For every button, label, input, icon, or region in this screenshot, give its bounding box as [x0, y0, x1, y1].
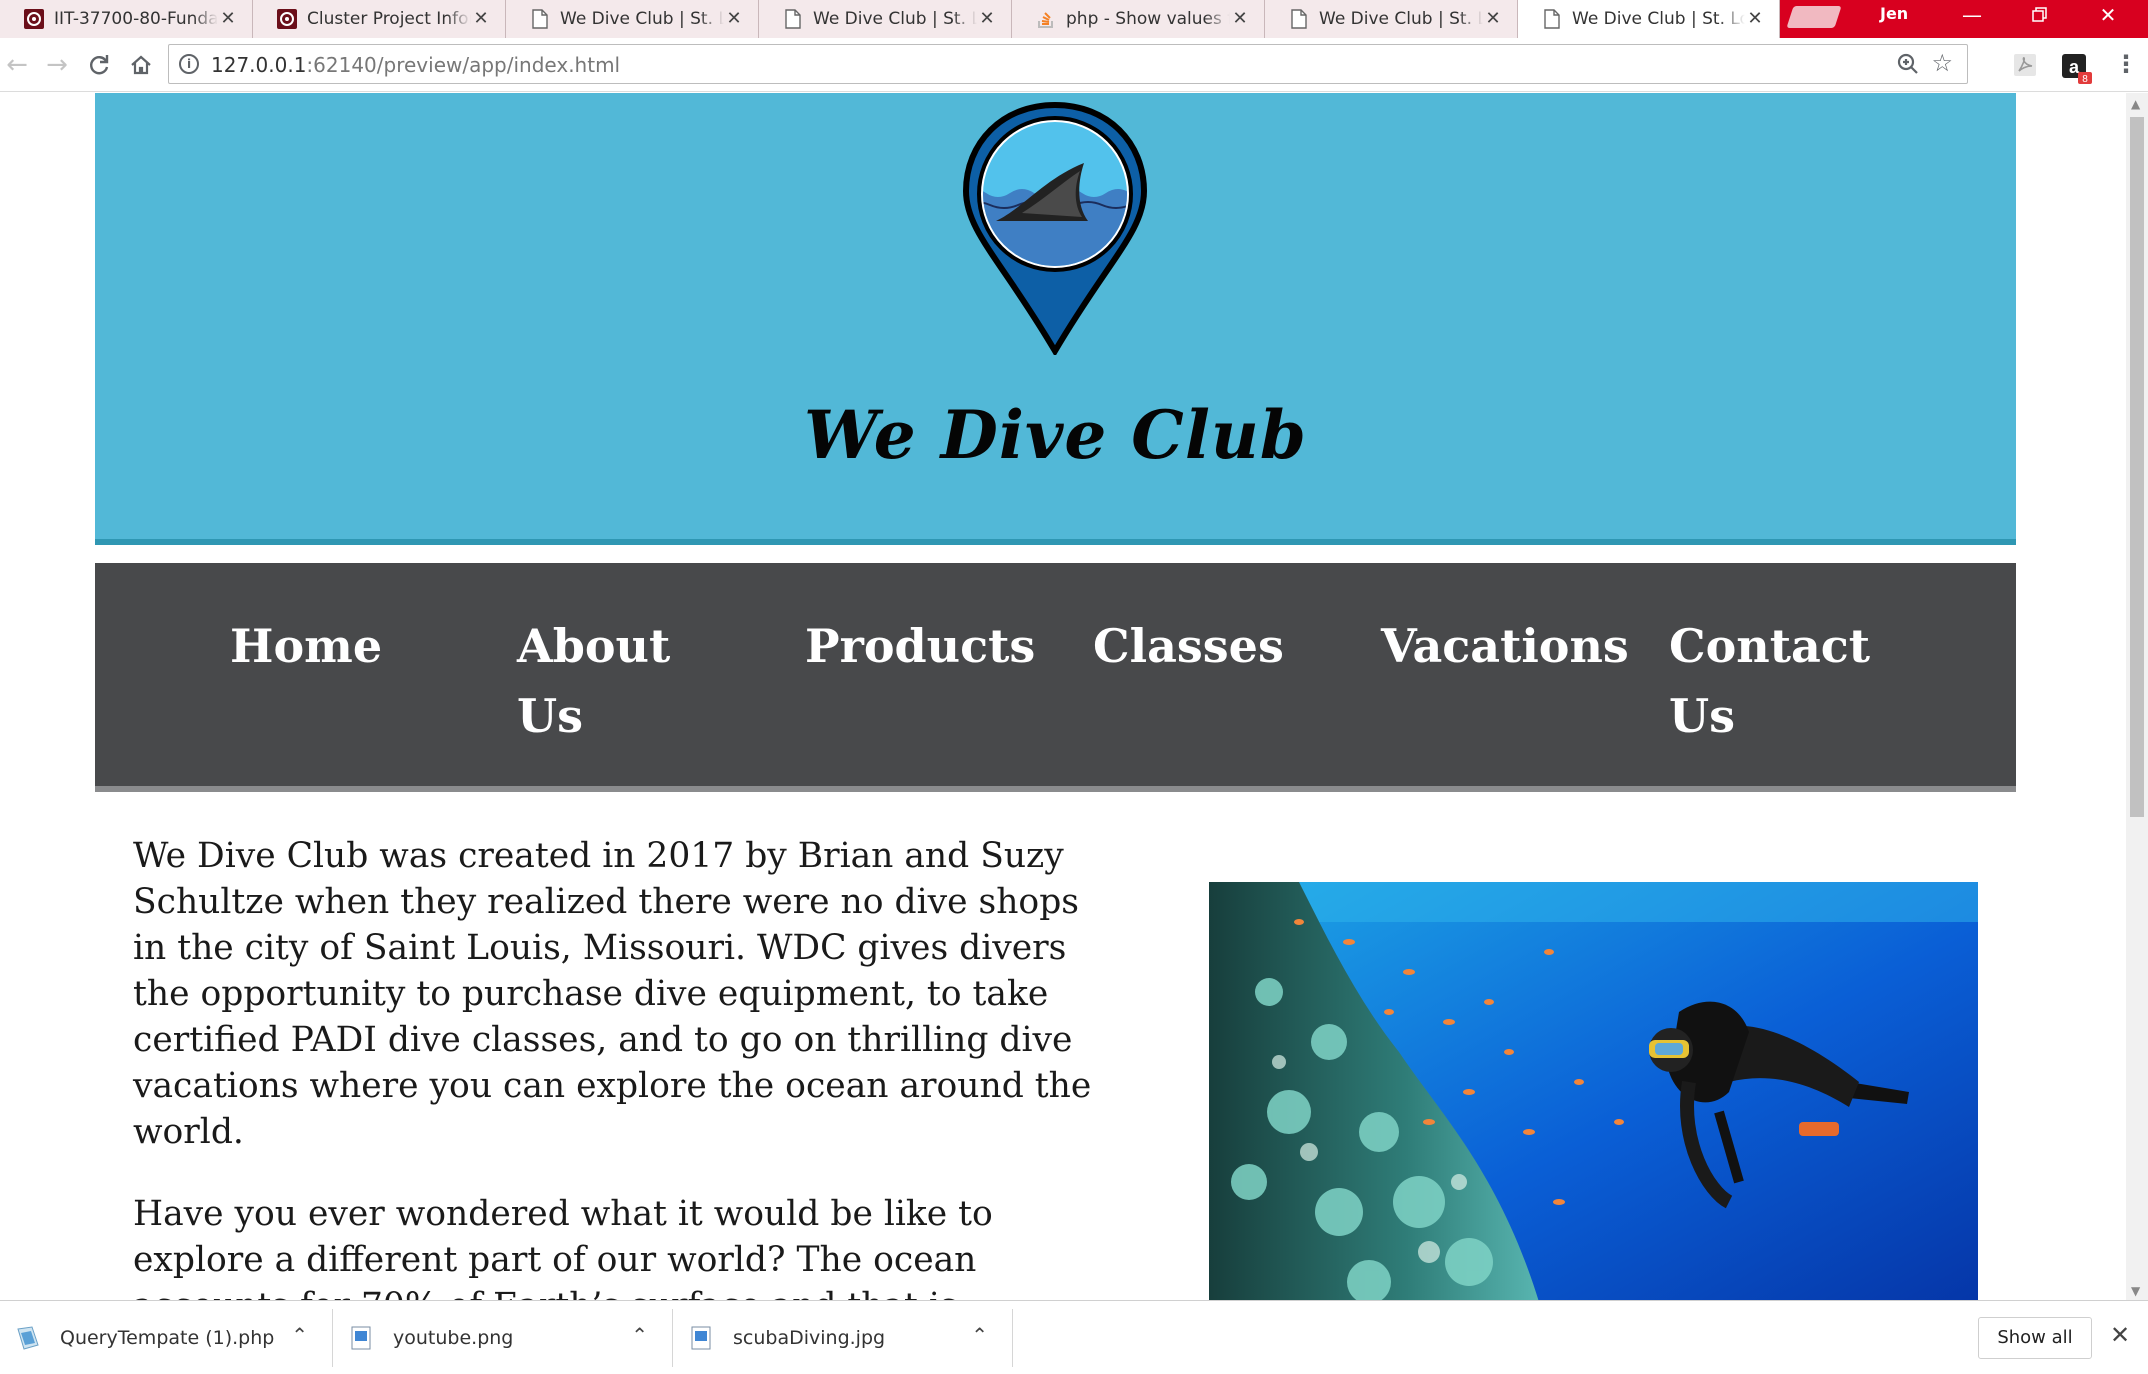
site-header: We Dive Club: [95, 93, 2016, 545]
extension-badge: 8: [2082, 74, 2088, 85]
chevron-up-icon[interactable]: ⌃: [631, 1323, 648, 1347]
download-filename: youtube.png: [393, 1327, 514, 1349]
tab-title: We Dive Club | St. Lo: [560, 9, 724, 29]
main-nav: Home About Us Products Classes Vacations…: [95, 563, 2016, 792]
nav-products[interactable]: Products: [805, 611, 1035, 681]
close-tab-icon[interactable]: ✕: [724, 9, 744, 29]
tab[interactable]: IIT-37700-80-Fundar ✕: [0, 0, 253, 38]
download-filename: QueryTempate (1).php: [60, 1327, 275, 1349]
chrome-menu-icon[interactable]: ⋮: [2114, 50, 2138, 78]
close-tab-icon[interactable]: ✕: [1230, 9, 1250, 29]
tab[interactable]: We Dive Club | St. Lo ✕: [1265, 0, 1518, 38]
download-filename: scubaDiving.jpg: [733, 1327, 886, 1349]
tab[interactable]: We Dive Club | St. Lo ✕: [506, 0, 759, 38]
download-shelf: QueryTempate (1).php ⌃ youtube.png ⌃ scu…: [0, 1300, 2148, 1374]
download-item[interactable]: youtube.png ⌃: [333, 1309, 673, 1367]
intro-text: We Dive Club was created in 2017 by Bria…: [133, 833, 1093, 1300]
image-file-icon: [691, 1326, 711, 1350]
intro-paragraph: We Dive Club was created in 2017 by Bria…: [133, 836, 1092, 1152]
page-icon: [1289, 9, 1309, 29]
show-all-downloads-button[interactable]: Show all: [1978, 1317, 2092, 1359]
shark-fin-logo-icon[interactable]: [962, 101, 1148, 355]
tab[interactable]: Cluster Project Infor ✕: [253, 0, 506, 38]
download-item[interactable]: scubaDiving.jpg ⌃: [673, 1309, 1013, 1367]
page-viewport: We Dive Club Home About Us Products Clas…: [0, 93, 2126, 1300]
home-icon[interactable]: [124, 48, 158, 82]
image-file-icon: [351, 1326, 371, 1350]
chevron-up-icon[interactable]: ⌃: [971, 1323, 988, 1347]
tab-title: We Dive Club | St. Lo: [813, 9, 977, 29]
nav-contact-us[interactable]: Contact Us: [1669, 611, 1889, 751]
tab[interactable]: php - Show values f ✕: [1012, 0, 1265, 38]
address-bar[interactable]: i 127.0.0.1:62140/preview/app/index.html…: [168, 44, 1968, 84]
tab-title: We Dive Club | St. Lo: [1572, 9, 1745, 29]
close-shelf-icon[interactable]: ✕: [2110, 1321, 2130, 1349]
stackoverflow-icon: [1036, 9, 1056, 29]
new-tab-button[interactable]: [1786, 6, 1842, 28]
scroll-up-icon[interactable]: ▲: [2131, 97, 2140, 111]
close-tab-icon[interactable]: ✕: [218, 9, 238, 29]
page-scrollbar[interactable]: ▲ ▼: [2126, 93, 2148, 1300]
course-logo-icon: [277, 9, 297, 29]
close-tab-icon[interactable]: ✕: [1483, 9, 1503, 29]
scroll-thumb[interactable]: [2130, 117, 2144, 817]
tab-strip: IIT-37700-80-Fundar ✕ Cluster Project In…: [0, 0, 2148, 38]
close-window-icon[interactable]: ✕: [2074, 0, 2142, 30]
tab-title: IIT-37700-80-Fundar: [54, 9, 218, 29]
browser-toolbar: ← → i 127.0.0.1:62140/preview/app/index.…: [0, 38, 2148, 92]
tab-title: php - Show values f: [1066, 9, 1230, 29]
browser-window: IIT-37700-80-Fundar ✕ Cluster Project In…: [0, 0, 2148, 1374]
tab[interactable]: We Dive Club | St. Lo ✕: [759, 0, 1012, 38]
tab-active[interactable]: We Dive Club | St. Lo ✕: [1518, 0, 1780, 38]
page-icon: [783, 9, 803, 29]
page-icon: [530, 9, 550, 29]
site-info-icon[interactable]: i: [179, 54, 199, 74]
restore-icon[interactable]: [2006, 0, 2074, 30]
zoom-icon[interactable]: [1897, 53, 1919, 75]
scroll-down-icon[interactable]: ▼: [2131, 1284, 2140, 1298]
close-tab-icon[interactable]: ✕: [977, 9, 997, 29]
nav-vacations[interactable]: Vacations: [1381, 611, 1629, 681]
intro-paragraph: Have you ever wondered what it would be …: [133, 1194, 993, 1300]
php-file-icon: [17, 1326, 39, 1350]
nav-home[interactable]: Home: [230, 611, 382, 681]
download-item[interactable]: QueryTempate (1).php ⌃: [0, 1309, 333, 1367]
nav-about-us[interactable]: About Us: [517, 611, 717, 751]
tab-title: Cluster Project Infor: [307, 9, 471, 29]
reload-icon[interactable]: [82, 48, 116, 82]
chevron-up-icon[interactable]: ⌃: [291, 1323, 308, 1347]
forward-icon[interactable]: →: [40, 48, 74, 82]
course-logo-icon: [24, 9, 44, 29]
amazon-extension-icon[interactable]: a8: [2060, 52, 2092, 85]
nav-classes[interactable]: Classes: [1093, 611, 1284, 681]
pdf-extension-icon[interactable]: [2012, 52, 2038, 78]
scuba-diver-photo: [1209, 882, 1978, 1300]
tab-title: We Dive Club | St. Lo: [1319, 9, 1483, 29]
minimize-icon[interactable]: —: [1938, 0, 2006, 30]
close-tab-icon[interactable]: ✕: [1745, 9, 1765, 29]
page-icon: [1542, 9, 1562, 29]
bookmark-star-icon[interactable]: ☆: [1931, 49, 1953, 77]
url-text[interactable]: 127.0.0.1:62140/preview/app/index.html: [211, 53, 620, 77]
profile-name[interactable]: Jen: [1880, 4, 1908, 23]
close-tab-icon[interactable]: ✕: [471, 9, 491, 29]
back-icon[interactable]: ←: [0, 48, 34, 82]
site-title: We Dive Club: [803, 396, 1308, 474]
